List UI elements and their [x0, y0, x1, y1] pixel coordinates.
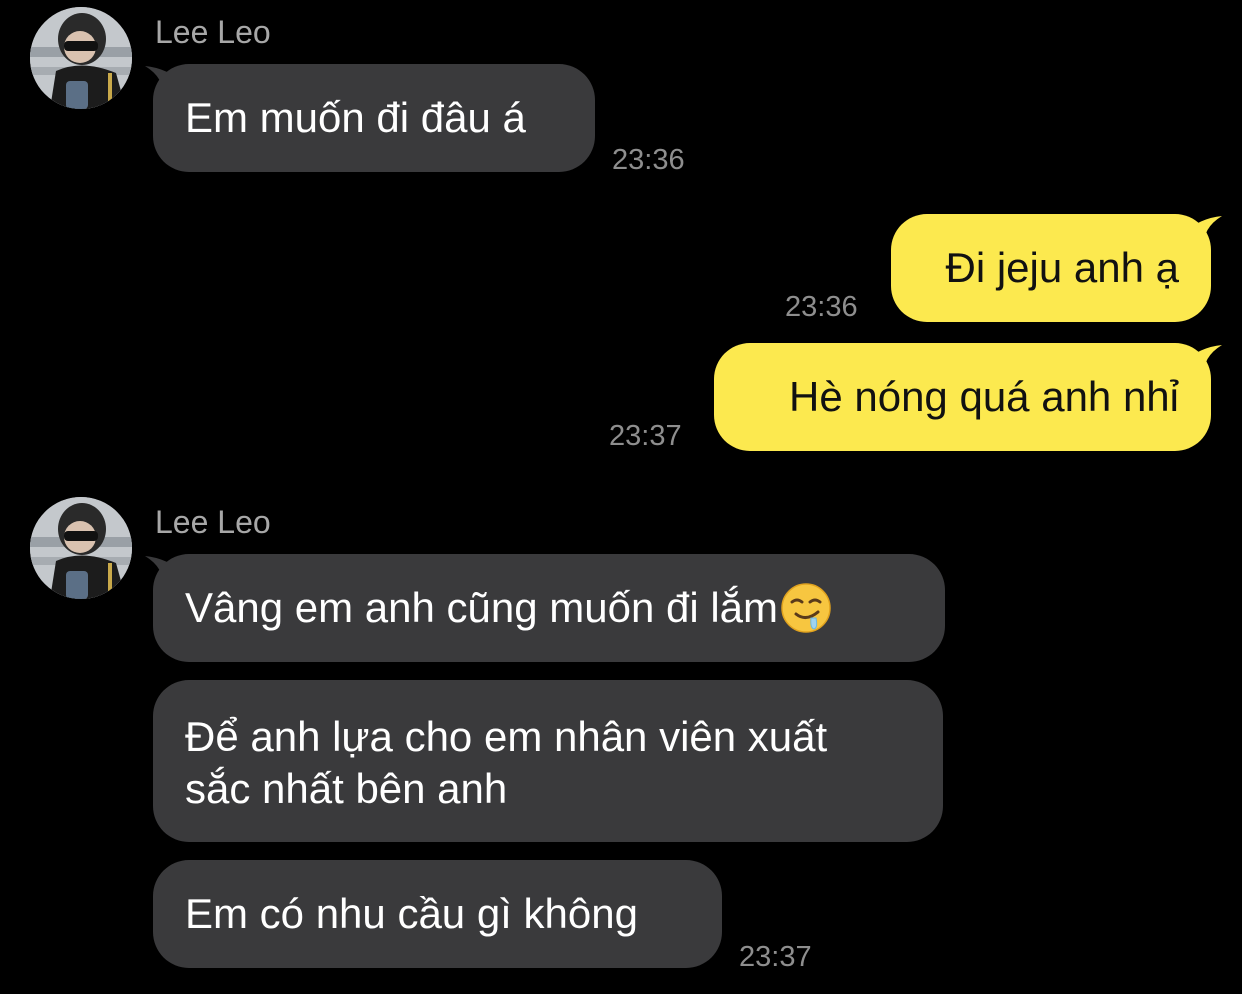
- sender-name: Lee Leo: [155, 14, 271, 50]
- message-timestamp: 23:37: [609, 420, 682, 452]
- drooling-face-icon: [781, 583, 831, 633]
- message-text: Em muốn đi đâu á: [185, 94, 526, 141]
- message-bubble-incoming[interactable]: Vâng em anh cũng muốn đi lắm: [153, 554, 945, 662]
- message-bubble-outgoing[interactable]: Hè nóng quá anh nhỉ: [714, 343, 1211, 451]
- message-text: Hè nóng quá anh nhỉ: [789, 373, 1179, 420]
- message-bubble-incoming[interactable]: Em muốn đi đâu á: [153, 64, 595, 172]
- message-text-line-1: Để anh lựa cho em nhân viên xuất: [185, 713, 828, 760]
- message-timestamp: 23:36: [612, 144, 685, 176]
- message-text: Em có nhu cầu gì không: [185, 890, 638, 937]
- message-bubble-incoming[interactable]: Em có nhu cầu gì không: [153, 860, 722, 968]
- message-text: Vâng em anh cũng muốn đi lắm: [185, 584, 779, 631]
- message-timestamp: 23:37: [739, 941, 812, 973]
- sender-name: Lee Leo: [155, 504, 271, 540]
- message-bubble-outgoing[interactable]: Đi jeju anh ạ: [891, 214, 1211, 322]
- contact-avatar[interactable]: [30, 497, 132, 599]
- message-bubble-incoming[interactable]: Để anh lựa cho em nhân viên xuất sắc nhấ…: [153, 680, 943, 842]
- message-text-line-2: sắc nhất bên anh: [185, 765, 508, 812]
- message-timestamp: 23:36: [785, 291, 858, 323]
- message-text: Đi jeju anh ạ: [945, 244, 1179, 291]
- contact-avatar[interactable]: [30, 7, 132, 109]
